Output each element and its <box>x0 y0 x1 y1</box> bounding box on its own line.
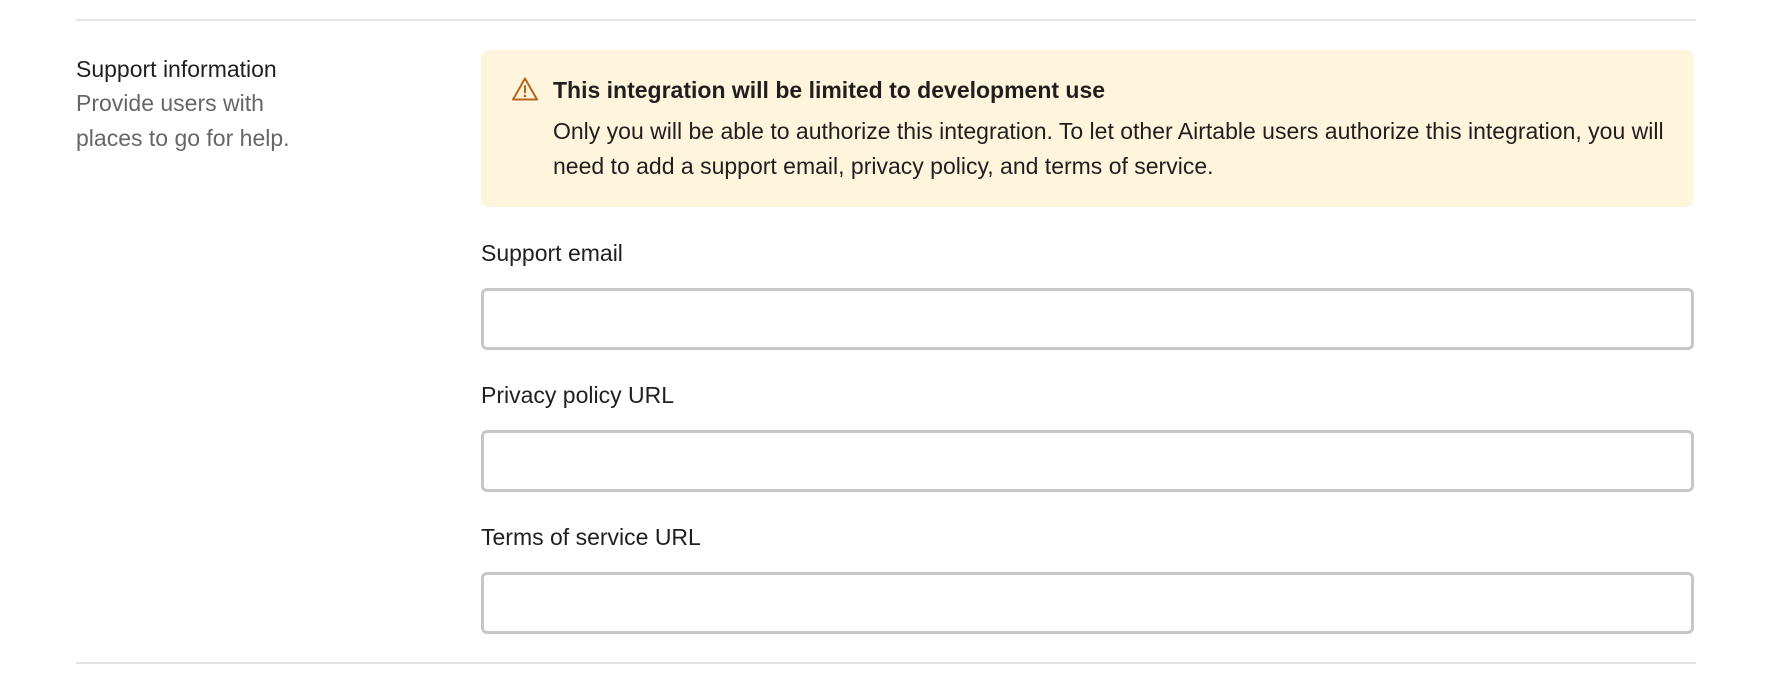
alert-title: This integration will be limited to deve… <box>553 77 1106 103</box>
section-divider-bottom <box>76 662 1696 664</box>
alert-body: Only you will be able to authorize this … <box>553 118 1664 179</box>
privacy-policy-url-field: Privacy policy URL <box>481 378 1694 492</box>
section-description: Provide users with places to go for help… <box>76 90 290 151</box>
section-title: Support information <box>76 56 277 82</box>
development-warning-alert: This integration will be limited to deve… <box>481 50 1694 207</box>
section-info: Support information Provide users with p… <box>76 52 376 156</box>
terms-of-service-url-label: Terms of service URL <box>481 524 701 550</box>
support-email-input[interactable] <box>481 288 1694 350</box>
terms-of-service-url-input[interactable] <box>481 572 1694 634</box>
support-email-field: Support email <box>481 236 1694 350</box>
terms-of-service-url-field: Terms of service URL <box>481 520 1694 634</box>
privacy-policy-url-input[interactable] <box>481 430 1694 492</box>
privacy-policy-url-label: Privacy policy URL <box>481 382 674 408</box>
support-email-label: Support email <box>481 240 623 266</box>
section-divider-top <box>76 19 1696 21</box>
support-info-form: This integration will be limited to deve… <box>481 50 1694 634</box>
warning-icon <box>511 76 539 102</box>
